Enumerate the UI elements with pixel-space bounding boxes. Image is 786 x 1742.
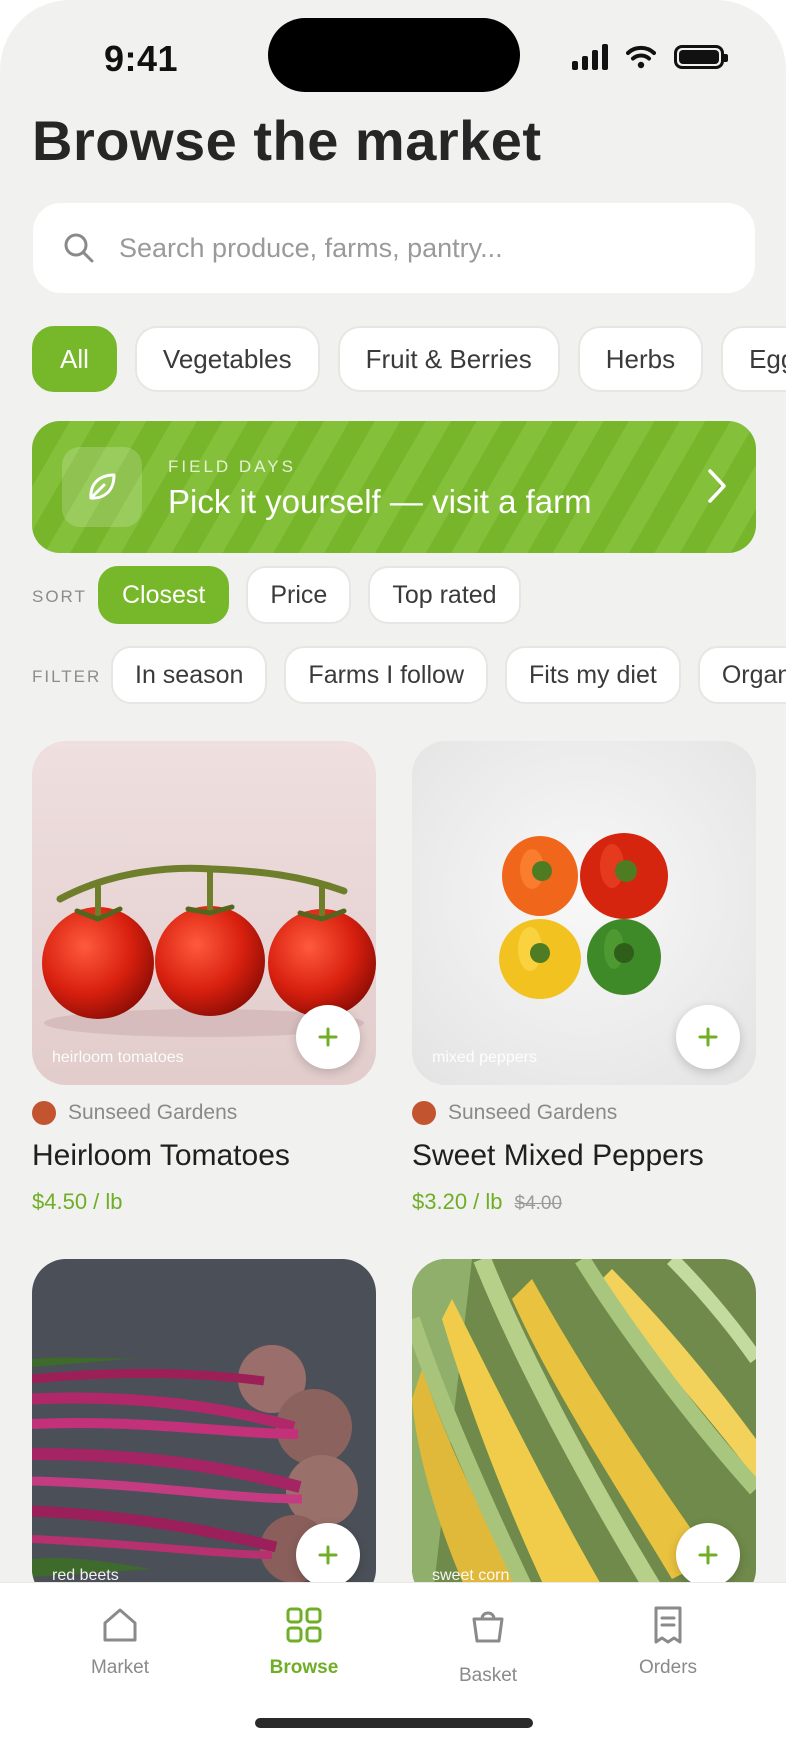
- banner-kicker: FIELD DAYS: [168, 457, 296, 476]
- product-card[interactable]: red beets: [32, 1259, 376, 1603]
- plus-icon: [318, 1545, 338, 1565]
- product-card[interactable]: sweet corn: [412, 1259, 756, 1603]
- sort-options: Closest Price Top rated: [98, 566, 521, 624]
- leaf-icon: [89, 473, 116, 500]
- category-chip-eggs[interactable]: Eggs: [721, 326, 786, 392]
- filter-options: In season Farms I follow Fits my diet Or…: [111, 646, 786, 704]
- receipt-icon: [654, 1606, 682, 1644]
- banner-icon-box: [62, 447, 142, 527]
- farm-name[interactable]: Sunseed Gardens: [68, 1101, 237, 1125]
- product-image: mixed peppers: [412, 741, 756, 1085]
- search-input[interactable]: [119, 232, 699, 264]
- phone-screen: 9:41 Browse the market All Vegetables Fr…: [0, 0, 786, 1742]
- image-caption: heirloom tomatoes: [52, 1049, 184, 1066]
- category-chip-fruit-berries[interactable]: Fruit & Berries: [337, 326, 560, 392]
- filter-chip-organic[interactable]: Organic: [697, 646, 786, 704]
- farm-avatar: [412, 1101, 436, 1125]
- tab-label: Basket: [458, 1665, 518, 1686]
- field-days-banner[interactable]: FIELD DAYS Pick it yourself — visit a fa…: [32, 421, 756, 553]
- add-to-basket-button[interactable]: [296, 1005, 360, 1069]
- cellular-signal-icon: [572, 44, 608, 70]
- category-chip-herbs[interactable]: Herbs: [577, 326, 704, 392]
- status-icons: [572, 44, 728, 70]
- sort-chip-closest[interactable]: Closest: [98, 566, 230, 624]
- plus-icon: [698, 1545, 718, 1565]
- add-to-basket-button[interactable]: [676, 1005, 740, 1069]
- product-price: $3.20 / lb: [412, 1189, 503, 1214]
- filter-chip-fits-my-diet[interactable]: Fits my diet: [505, 646, 681, 704]
- category-chip-vegetables[interactable]: Vegetables: [134, 326, 320, 392]
- banner-title: Pick it yourself — visit a farm: [168, 483, 592, 520]
- product-card[interactable]: mixed peppers Sunseed Gardens Sweet Mixe…: [412, 741, 756, 1215]
- add-to-basket-button[interactable]: [296, 1523, 360, 1587]
- product-image: red beets: [32, 1259, 376, 1603]
- filter-label: FILTER: [32, 667, 102, 686]
- image-caption: mixed peppers: [432, 1049, 537, 1066]
- home-icon: [103, 1608, 137, 1642]
- product-price: $4.50 / lb: [32, 1189, 123, 1214]
- farm-avatar: [32, 1101, 56, 1125]
- tab-label: Browse: [269, 1657, 339, 1678]
- tab-orders[interactable]: Orders: [598, 1605, 738, 1679]
- grid-icon: [286, 1607, 322, 1643]
- plus-icon: [318, 1027, 338, 1047]
- search-icon: [64, 233, 94, 263]
- sort-chip-top-rated[interactable]: Top rated: [368, 566, 521, 624]
- product-old-price: $4.00: [514, 1193, 563, 1214]
- search-bar[interactable]: [33, 203, 755, 293]
- basket-icon: [472, 1611, 504, 1643]
- category-chip-all[interactable]: All: [32, 326, 117, 392]
- filter-chip-farms-i-follow[interactable]: Farms I follow: [284, 646, 489, 704]
- dynamic-island: [268, 18, 520, 92]
- filter-chip-in-season[interactable]: In season: [111, 646, 268, 704]
- home-indicator: [255, 1718, 533, 1728]
- tab-browse[interactable]: Browse: [234, 1605, 374, 1679]
- page-title: Browse the market: [32, 109, 542, 172]
- add-to-basket-button[interactable]: [676, 1523, 740, 1587]
- sort-label: SORT: [32, 587, 87, 606]
- status-time: 9:41: [104, 38, 179, 79]
- product-image: sweet corn: [412, 1259, 756, 1603]
- product-name[interactable]: Sweet Mixed Peppers: [412, 1139, 756, 1173]
- tab-label: Orders: [638, 1657, 698, 1678]
- category-chips: All Vegetables Fruit & Berries Herbs Egg…: [32, 326, 786, 392]
- tab-market[interactable]: Market: [50, 1605, 190, 1679]
- farm-name[interactable]: Sunseed Gardens: [448, 1101, 617, 1125]
- chevron-right-icon: [708, 469, 726, 503]
- wifi-icon: [626, 45, 656, 69]
- product-card[interactable]: heirloom tomatoes Sunseed Gardens Heirlo…: [32, 741, 376, 1215]
- battery-icon: [674, 45, 728, 69]
- tab-label: Market: [90, 1657, 150, 1678]
- plus-icon: [698, 1027, 718, 1047]
- tab-basket[interactable]: Basket: [418, 1605, 558, 1687]
- sort-chip-price[interactable]: Price: [246, 566, 352, 624]
- product-image: heirloom tomatoes: [32, 741, 376, 1085]
- product-name[interactable]: Heirloom Tomatoes: [32, 1139, 376, 1173]
